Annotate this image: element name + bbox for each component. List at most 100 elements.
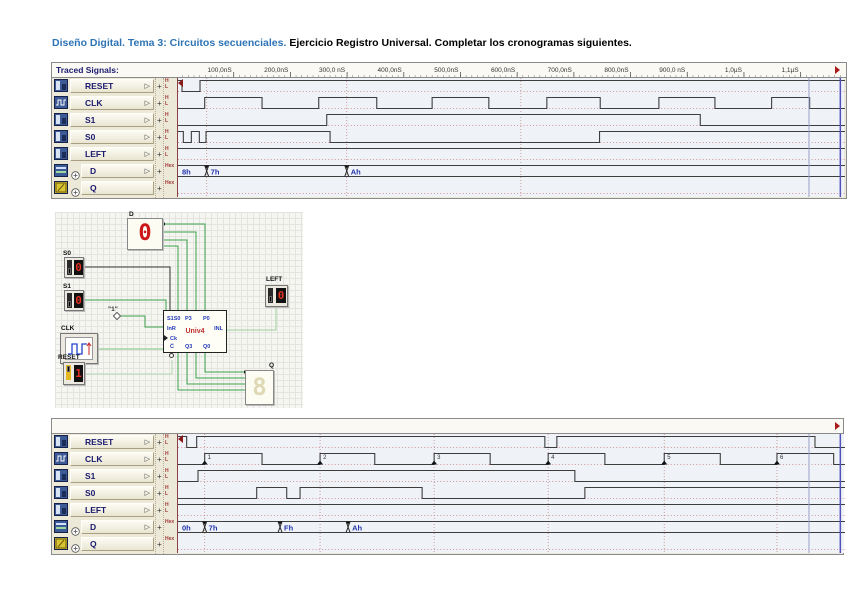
signal-button-reset[interactable]: RESET▷ <box>70 435 154 449</box>
probe-arrow-icon: ▷ <box>145 116 150 125</box>
switch-icon[interactable] <box>54 486 68 499</box>
add-signal-button[interactable]: + <box>157 489 162 498</box>
signal-button-d[interactable]: D▷ <box>81 164 154 178</box>
signal-button-left[interactable]: LEFT▷ <box>70 147 154 161</box>
univ4-register-chip[interactable]: S1S0 P3 P0 InR Ck INL C̅ Q3 Q0 Univ4 <box>163 310 227 353</box>
level-scale-label: HL <box>165 78 169 90</box>
add-signal-button[interactable]: + <box>157 82 162 91</box>
switch-icon[interactable] <box>54 469 68 482</box>
q-icon[interactable] <box>54 537 68 550</box>
chip-name: Univ4 <box>164 328 226 335</box>
add-signal-button[interactable]: + <box>157 116 162 125</box>
left-switch[interactable]: 0 <box>265 285 288 307</box>
s1-switch[interactable]: 0 <box>64 290 84 311</box>
s0-value: 0 <box>74 260 83 275</box>
expand-icon[interactable] <box>71 184 80 193</box>
signal-button-s0[interactable]: S0▷ <box>70 486 154 500</box>
expand-icon[interactable] <box>71 523 80 532</box>
switch-icon[interactable] <box>54 503 68 516</box>
signal-row-s0: S0▷+HL <box>52 129 177 146</box>
q-display-digit: 8 <box>246 371 273 404</box>
signal-row-left: LEFT▷+HL <box>52 146 177 163</box>
signal-button-reset[interactable]: RESET▷ <box>70 79 154 93</box>
ruler-label: 900,0 nS <box>659 67 686 74</box>
signal-button-d[interactable]: D▷ <box>81 520 154 534</box>
switch-icon[interactable] <box>54 147 68 160</box>
add-signal-button[interactable]: + <box>157 540 162 549</box>
switch-icon[interactable] <box>54 79 68 92</box>
q-icon[interactable] <box>54 181 68 194</box>
level-scale-label: HL <box>165 95 169 107</box>
ruler-marker-right-icon[interactable] <box>835 66 840 74</box>
clock-edge-number: 4 <box>551 455 555 461</box>
signal-button-clk[interactable]: CLK▷ <box>70 96 154 110</box>
chart-header: Traced Signals:100,0nS200,0nS300,0 nS400… <box>52 63 846 78</box>
left-lever-knob[interactable] <box>269 296 272 302</box>
add-signal-button[interactable]: + <box>157 523 162 532</box>
bus-icon[interactable] <box>54 164 68 177</box>
bus-icon[interactable] <box>54 520 68 533</box>
signal-name: S0 <box>85 132 95 142</box>
clock-icon[interactable] <box>54 96 68 109</box>
signal-button-left[interactable]: LEFT▷ <box>70 503 154 517</box>
clock-edge-number: 6 <box>780 455 784 461</box>
waveform-plot[interactable]: 1234560h7hFhAh <box>177 434 844 553</box>
add-signal-button[interactable]: + <box>157 472 162 481</box>
pin-q3: Q3 <box>185 344 192 350</box>
signal-list-panel: RESET▷+HLCLK▷+HLS1▷+HLS0▷+HLLEFT▷+HLD▷+H… <box>52 78 177 198</box>
panel-divider <box>155 78 156 198</box>
signal-name: RESET <box>85 437 113 447</box>
signal-button-q[interactable]: Q <box>81 537 154 551</box>
clock-edge-number: 2 <box>323 455 327 461</box>
switch-icon[interactable] <box>54 130 68 143</box>
signal-name: S0 <box>85 488 95 498</box>
ruler-label: 700,0nS <box>548 67 573 74</box>
add-signal-button[interactable]: + <box>157 506 162 515</box>
pin-s1s0: S1S0 <box>167 316 180 322</box>
reset-switch[interactable]: 1 <box>63 362 85 385</box>
s1-label: S1 <box>63 283 71 290</box>
d-display: 0 <box>127 218 163 250</box>
time-ruler: 100,0nS200,0nS300,0 nS400,0nS500,0nS600,… <box>52 63 848 78</box>
ruler-marker-left-icon[interactable] <box>178 435 183 443</box>
add-signal-button[interactable]: + <box>157 133 162 142</box>
signal-button-s1[interactable]: S1▷ <box>70 469 154 483</box>
signal-row-s1: S1▷+HL <box>52 468 177 485</box>
ruler-marker-left-icon[interactable] <box>178 79 183 87</box>
clock-icon[interactable] <box>54 452 68 465</box>
add-signal-button[interactable]: + <box>157 167 162 176</box>
add-signal-button[interactable]: + <box>157 438 162 447</box>
title-instruction: Completar los cronogramas siguientes. <box>432 37 632 49</box>
add-signal-button[interactable]: + <box>157 455 162 464</box>
signal-row-d: D▷+Hex <box>52 163 177 180</box>
title-course: Diseño Digital. Tema 3: Circuitos secuen… <box>52 37 289 49</box>
pin-p0: P0 <box>203 316 210 322</box>
add-signal-button[interactable]: + <box>157 99 162 108</box>
switch-icon[interactable] <box>54 113 68 126</box>
signal-row-q: Q+Hex <box>52 180 177 197</box>
s0-lever-knob[interactable] <box>68 268 71 274</box>
clock-notch-icon <box>164 335 168 341</box>
waveform-canvas[interactable]: 1234560h7hFhAh <box>178 434 845 553</box>
probe-arrow-icon: ▷ <box>145 523 150 532</box>
bus-value-label: 8h <box>182 168 191 177</box>
signal-button-s1[interactable]: S1▷ <box>70 113 154 127</box>
waveform-canvas[interactable]: 8h7hAh <box>178 78 845 197</box>
add-signal-button[interactable]: + <box>157 184 162 193</box>
expand-icon[interactable] <box>71 540 80 549</box>
expand-icon[interactable] <box>71 167 80 176</box>
signal-button-q[interactable]: Q <box>81 181 154 195</box>
waveform-plot[interactable]: 8h7hAh <box>177 78 844 197</box>
switch-icon[interactable] <box>54 435 68 448</box>
reset-lever-knob[interactable] <box>67 366 70 372</box>
signal-button-s0[interactable]: S0▷ <box>70 130 154 144</box>
chart-header <box>52 419 843 434</box>
add-signal-button[interactable]: + <box>157 150 162 159</box>
signal-name: CLK <box>85 98 102 108</box>
q-display-label: Q <box>269 362 274 369</box>
ruler-marker-right-icon[interactable] <box>835 422 840 430</box>
level-scale-label: HL <box>165 112 169 124</box>
s0-switch[interactable]: 0 <box>64 257 84 278</box>
signal-button-clk[interactable]: CLK▷ <box>70 452 154 466</box>
s1-lever-knob[interactable] <box>68 301 71 307</box>
